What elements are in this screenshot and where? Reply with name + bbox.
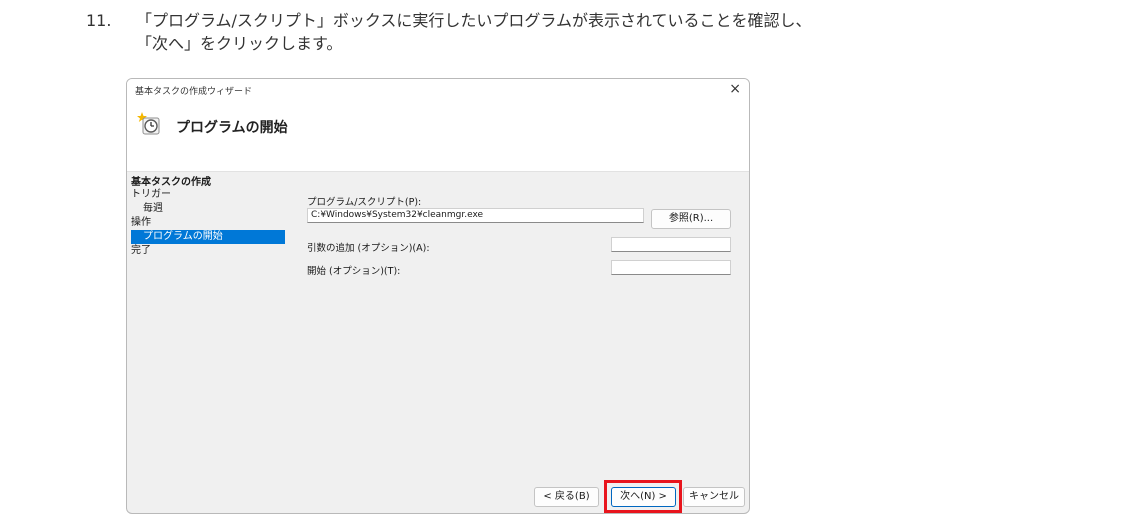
nav-item-weekly[interactable]: 毎週 <box>143 202 163 216</box>
nav-item-start-program[interactable]: プログラムの開始 <box>131 230 285 244</box>
instruction-line-1: 「プログラム/スクリプト」ボックスに実行したいプログラムが表示されていることを確… <box>136 11 812 30</box>
arguments-input[interactable] <box>611 237 731 252</box>
nav-item-action[interactable]: 操作 <box>131 216 151 230</box>
nav-title: 基本タスクの作成 <box>131 177 211 188</box>
back-button[interactable]: < 戻る(B) <box>534 487 599 507</box>
program-script-label: プログラム/スクリプト(P): <box>307 197 422 208</box>
program-script-input[interactable]: C:¥Windows¥System32¥cleanmgr.exe <box>307 208 644 223</box>
header-title: プログラムの開始 <box>176 120 288 136</box>
browse-button[interactable]: 参照(R)... <box>651 209 731 229</box>
arguments-label: 引数の追加 (オプション)(A): <box>307 243 430 254</box>
cancel-button[interactable]: キャンセル <box>683 487 745 507</box>
instruction-step: 11. 「プログラム/スクリプト」ボックスに実行したいプログラムが表示されているこ… <box>86 9 811 55</box>
nav-item-trigger[interactable]: トリガー <box>131 188 171 202</box>
next-button-highlight <box>604 480 682 513</box>
create-basic-task-wizard: 基本タスクの作成ウィザード × プログラムの開始 基本タスクの作成 トリガー 毎… <box>126 78 750 514</box>
dialog-header: 基本タスクの作成ウィザード × プログラムの開始 <box>127 79 749 172</box>
start-in-input[interactable] <box>611 260 731 275</box>
nav-item-finish[interactable]: 完了 <box>131 244 151 258</box>
task-clock-icon <box>137 112 160 135</box>
step-number: 11. <box>86 11 112 30</box>
start-in-label: 開始 (オプション)(T): <box>307 266 401 277</box>
close-icon[interactable]: × <box>729 81 741 97</box>
window-title: 基本タスクの作成ウィザード <box>135 87 253 97</box>
instruction-line-2: 「次へ」をクリックします。 <box>136 34 343 53</box>
